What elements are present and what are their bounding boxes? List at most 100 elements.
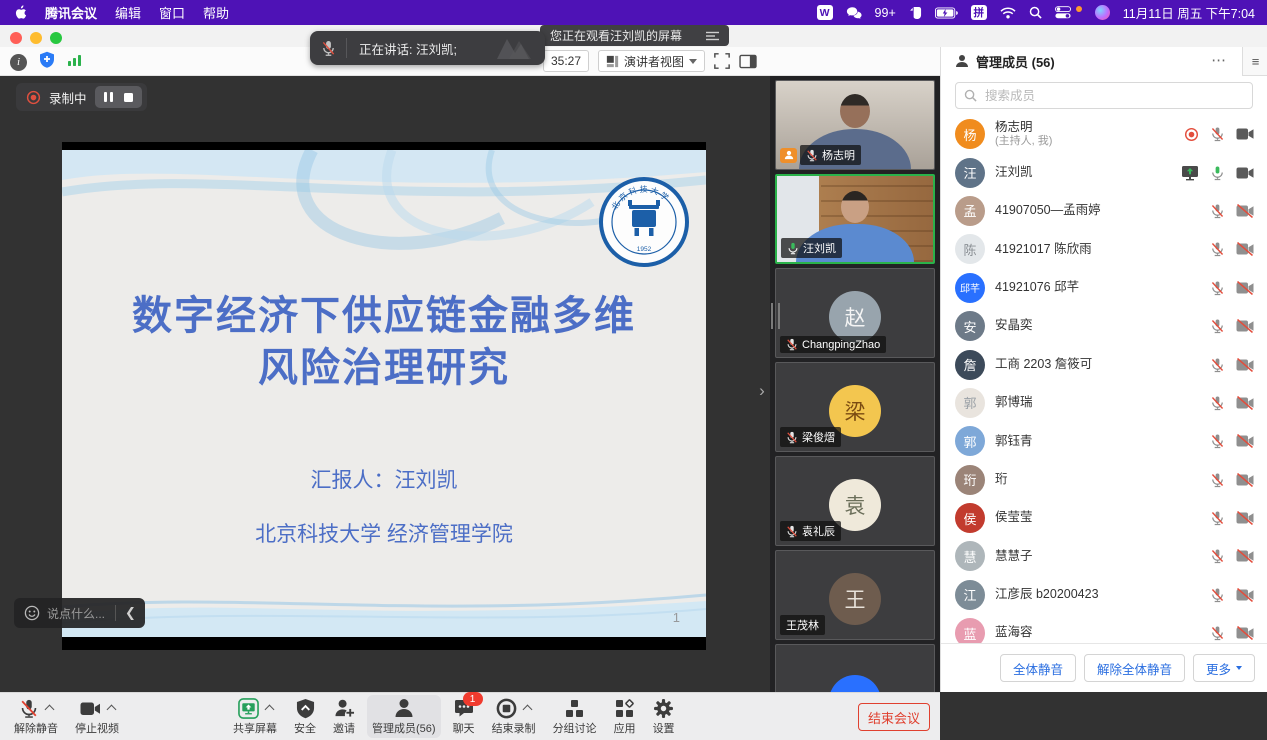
- member-row[interactable]: 邱芊 41921076 邱芊: [941, 269, 1267, 307]
- battery-icon[interactable]: [935, 7, 958, 19]
- member-search-box[interactable]: [955, 82, 1253, 109]
- apps-button[interactable]: 应用: [609, 695, 641, 738]
- camera-off-icon[interactable]: [1236, 204, 1254, 218]
- fullscreen-button[interactable]: [714, 50, 730, 72]
- evernote-icon[interactable]: [909, 6, 922, 20]
- menubar-app-name[interactable]: 腾讯会议: [45, 3, 97, 22]
- panel-more-button[interactable]: ⋯: [1211, 56, 1227, 66]
- control-center-icon[interactable]: [1055, 6, 1071, 19]
- video-options-caret[interactable]: [106, 705, 116, 715]
- settings-button[interactable]: 设置: [648, 695, 680, 738]
- expand-panel-chevron[interactable]: ›: [755, 378, 769, 404]
- camera-off-icon[interactable]: [1236, 588, 1254, 602]
- video-tile[interactable]: 梁 梁俊熠: [775, 362, 935, 452]
- member-row[interactable]: 陈 41921017 陈欣雨: [941, 230, 1267, 268]
- input-method-icon[interactable]: 拼: [971, 5, 987, 20]
- wechat-icon[interactable]: [846, 6, 862, 20]
- mic-muted-icon[interactable]: [1210, 203, 1225, 219]
- stop-recording-button[interactable]: [124, 93, 133, 102]
- mic-muted-icon[interactable]: [1210, 318, 1225, 334]
- camera-off-icon[interactable]: [1236, 358, 1254, 372]
- member-row[interactable]: 郭 郭博瑞: [941, 384, 1267, 422]
- quick-chat-bar[interactable]: 说点什么... ❮: [14, 598, 145, 628]
- mic-muted-icon[interactable]: [1210, 395, 1225, 411]
- member-search-input[interactable]: [983, 88, 1244, 104]
- chat-input-placeholder[interactable]: 说点什么...: [47, 605, 105, 622]
- camera-on-icon[interactable]: [1236, 127, 1254, 141]
- camera-off-icon[interactable]: [1236, 511, 1254, 525]
- camera-off-icon[interactable]: [1236, 549, 1254, 563]
- member-row[interactable]: 汪 汪刘凯: [941, 153, 1267, 191]
- mic-on-icon[interactable]: [1210, 165, 1225, 181]
- screen-sharing-icon[interactable]: [1181, 165, 1199, 181]
- mic-muted-icon[interactable]: [1210, 472, 1225, 488]
- video-tile[interactable]: 汪刘凯: [775, 174, 935, 264]
- camera-off-icon[interactable]: [1236, 473, 1254, 487]
- mic-muted-icon[interactable]: [1210, 510, 1225, 526]
- share-options-caret[interactable]: [264, 705, 274, 715]
- menu-window[interactable]: 窗口: [159, 3, 185, 22]
- network-signal-icon[interactable]: [67, 53, 82, 72]
- side-panel-toggle-button[interactable]: [739, 50, 757, 72]
- manage-members-button[interactable]: 管理成员(56): [367, 695, 441, 738]
- more-actions-button[interactable]: 更多: [1193, 654, 1255, 682]
- unmute-all-button[interactable]: 解除全体静音: [1084, 654, 1185, 682]
- siri-icon[interactable]: [1095, 5, 1110, 20]
- record-options-caret[interactable]: [523, 705, 533, 715]
- member-row[interactable]: 郭 郭钰青: [941, 422, 1267, 460]
- member-row[interactable]: 慧 慧慧子: [941, 537, 1267, 575]
- invite-button[interactable]: 邀请: [328, 695, 360, 738]
- member-row[interactable]: 杨 杨志明 (主持人, 我): [941, 115, 1267, 153]
- spotlight-search-icon[interactable]: [1029, 6, 1042, 19]
- collapse-chat-icon[interactable]: ❮: [116, 605, 145, 621]
- menu-edit[interactable]: 编辑: [115, 3, 141, 22]
- member-row[interactable]: 侯 侯莹莹: [941, 499, 1267, 537]
- wifi-icon[interactable]: [1000, 7, 1016, 19]
- mic-options-caret[interactable]: [45, 705, 55, 715]
- wps-icon[interactable]: W: [817, 5, 833, 20]
- meeting-info-icon[interactable]: i: [10, 54, 27, 71]
- member-row[interactable]: 安 安晶奕: [941, 307, 1267, 345]
- view-mode-dropdown[interactable]: 演讲者视图: [598, 50, 705, 72]
- member-row[interactable]: 江 江彦辰 b20200423: [941, 576, 1267, 614]
- video-tile[interactable]: [775, 644, 935, 692]
- toast-list-icon[interactable]: [706, 31, 719, 41]
- video-tile[interactable]: 杨志明: [775, 80, 935, 170]
- unmute-button[interactable]: 解除静音: [9, 695, 63, 738]
- mic-muted-icon[interactable]: [1210, 548, 1225, 564]
- mic-muted-icon[interactable]: [1210, 433, 1225, 449]
- thumbnails-resize-handle[interactable]: [771, 303, 780, 329]
- camera-off-icon[interactable]: [1236, 319, 1254, 333]
- panel-collapse-tab[interactable]: ≡: [1242, 47, 1267, 76]
- stop-video-button[interactable]: 停止视频: [70, 695, 124, 738]
- mute-all-button[interactable]: 全体静音: [1000, 654, 1076, 682]
- mic-muted-icon[interactable]: [1210, 587, 1225, 603]
- camera-off-icon[interactable]: [1236, 626, 1254, 640]
- mic-muted-icon[interactable]: [1210, 241, 1225, 257]
- window-zoom-button[interactable]: [50, 32, 62, 44]
- camera-off-icon[interactable]: [1236, 281, 1254, 295]
- pause-recording-button[interactable]: [104, 92, 113, 102]
- security-button[interactable]: 安全: [289, 695, 321, 738]
- emoji-icon[interactable]: [24, 605, 40, 621]
- apple-menu-icon[interactable]: [14, 5, 27, 20]
- camera-off-icon[interactable]: [1236, 396, 1254, 410]
- camera-off-icon[interactable]: [1236, 434, 1254, 448]
- video-tile[interactable]: 袁 袁礼辰: [775, 456, 935, 546]
- mic-muted-icon[interactable]: [1210, 357, 1225, 373]
- video-tile[interactable]: 赵 ChangpingZhao: [775, 268, 935, 358]
- end-meeting-button[interactable]: 结束会议: [858, 703, 930, 731]
- mic-muted-icon[interactable]: [1210, 280, 1225, 296]
- health-shield-icon[interactable]: [39, 51, 55, 73]
- chat-button[interactable]: 1 聊天: [448, 695, 480, 738]
- end-recording-button[interactable]: 结束录制: [487, 695, 541, 738]
- window-minimize-button[interactable]: [30, 32, 42, 44]
- breakout-rooms-button[interactable]: 分组讨论: [548, 695, 602, 738]
- menu-help[interactable]: 帮助: [203, 3, 229, 22]
- member-row[interactable]: 孟 41907050—孟雨婷: [941, 192, 1267, 230]
- mic-muted-icon[interactable]: [1210, 126, 1225, 142]
- member-row[interactable]: 蓝 蓝海容: [941, 614, 1267, 643]
- camera-on-icon[interactable]: [1236, 166, 1254, 180]
- video-tile[interactable]: 王 王茂林: [775, 550, 935, 640]
- menubar-datetime[interactable]: 11月11日 周五 下午7:04: [1123, 3, 1255, 22]
